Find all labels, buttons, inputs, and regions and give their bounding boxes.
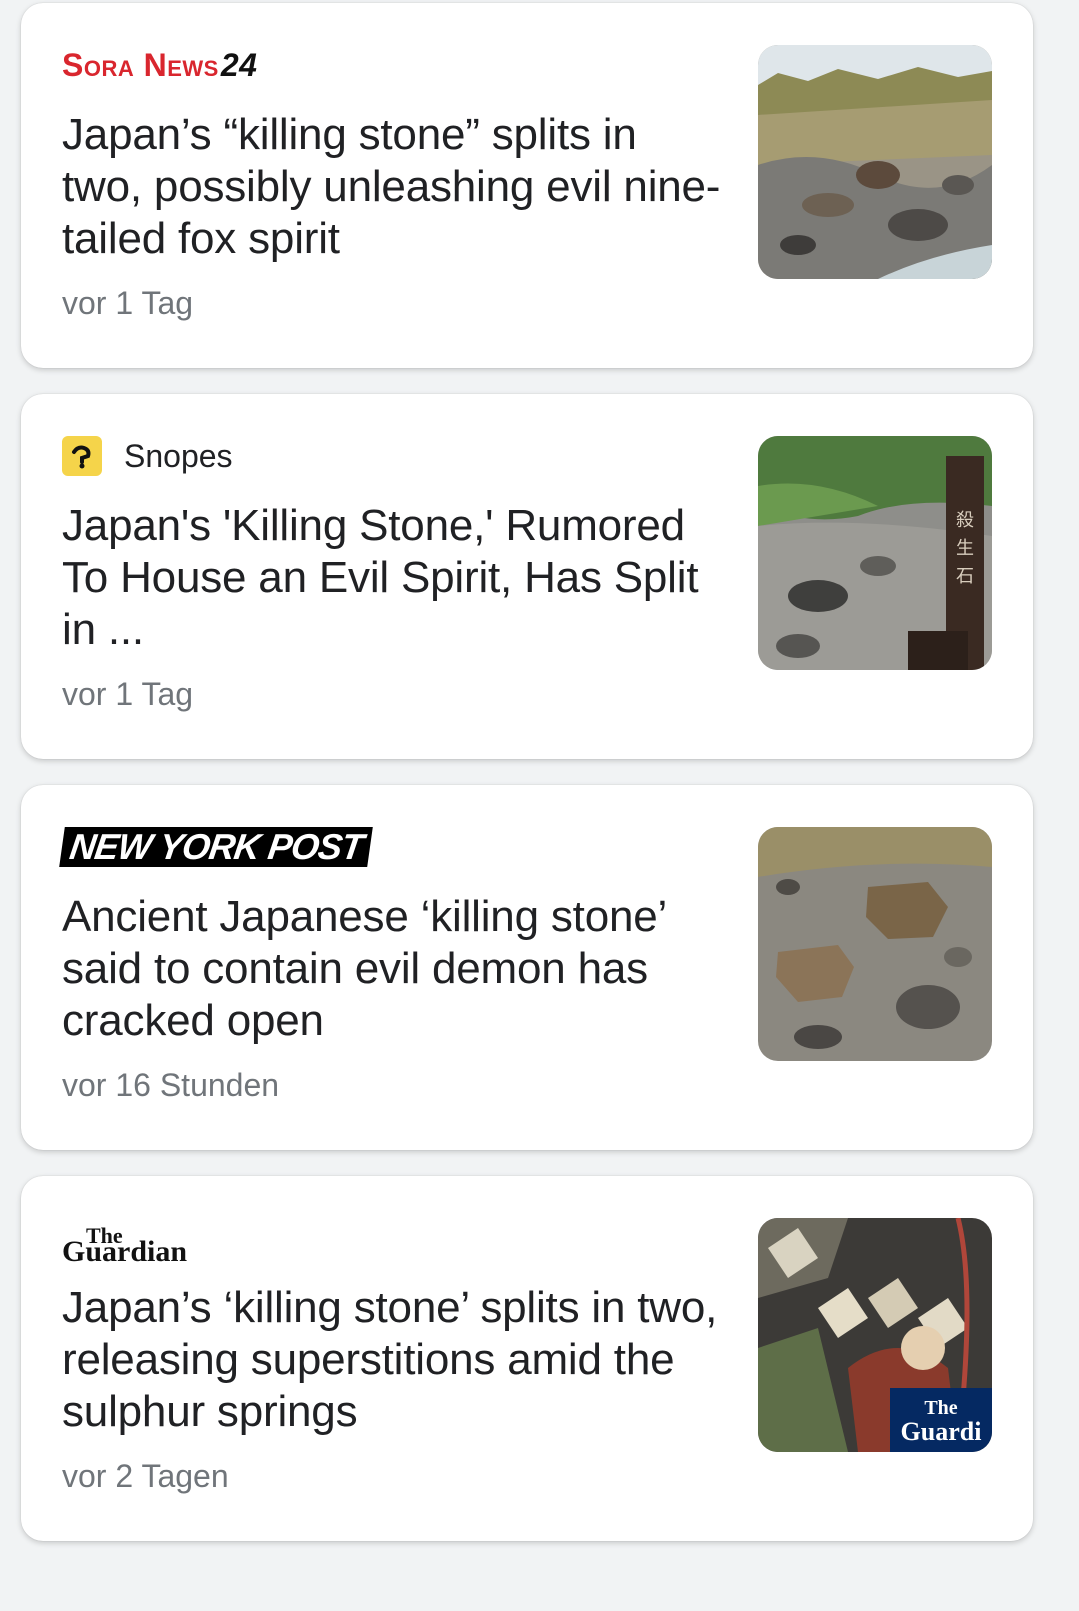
news-card[interactable]: NEW YORK POST Ancient Japanese ‘killing …	[21, 785, 1033, 1150]
svg-text:殺: 殺	[956, 510, 974, 531]
svg-text:石: 石	[956, 566, 974, 587]
article-timestamp: vor 16 Stunden	[62, 1067, 280, 1103]
news-card[interactable]: Snopes Japan's 'Killing Stone,' Rumored …	[21, 394, 1033, 759]
split-stone-image[interactable]	[758, 827, 992, 1061]
stone-with-signpost-image[interactable]: 殺 生 石	[758, 436, 992, 670]
article-headline[interactable]: Ancient Japanese ‘killing stone’ said to…	[62, 891, 722, 1047]
guardian-logo: The Guardian	[62, 1223, 188, 1268]
woodblock-print-image[interactable]: The Guardi	[758, 1218, 992, 1452]
svg-text:Guardi: Guardi	[901, 1417, 982, 1446]
snopes-logo-icon	[62, 436, 102, 476]
source-logo-nypost: NEW YORK POST	[59, 825, 374, 869]
article-timestamp: vor 1 Tag	[62, 676, 194, 712]
article-headline[interactable]: Japan's 'Killing Stone,' Rumored To Hous…	[62, 500, 722, 656]
news-feed: Sora News24 Japan’s “killing stone” spli…	[0, 0, 1079, 1611]
source-name: Snopes	[124, 437, 233, 474]
article-headline[interactable]: Japan’s ‘killing stone’ splits in two, r…	[62, 1282, 722, 1438]
svg-text:生: 生	[956, 538, 974, 559]
nypost-logo: NEW YORK POST	[59, 826, 374, 867]
source-logo-guardian: The Guardian	[62, 1216, 188, 1268]
news-card[interactable]: Sora News24 Japan’s “killing stone” spli…	[21, 3, 1033, 368]
rocky-hillside-image[interactable]	[758, 45, 992, 279]
article-timestamp: vor 2 Tagen	[62, 1458, 229, 1494]
news-card[interactable]: The Guardian Japan’s ‘killing stone’ spl…	[21, 1176, 1033, 1541]
source-logo-soranews24: Sora News24	[62, 43, 257, 87]
article-headline[interactable]: Japan’s “killing stone” splits in two, p…	[62, 109, 722, 265]
article-timestamp: vor 1 Tag	[62, 285, 194, 321]
svg-text:The: The	[924, 1397, 957, 1419]
source-snopes: Snopes	[62, 434, 233, 478]
soranews24-logo: Sora News24	[62, 46, 258, 83]
